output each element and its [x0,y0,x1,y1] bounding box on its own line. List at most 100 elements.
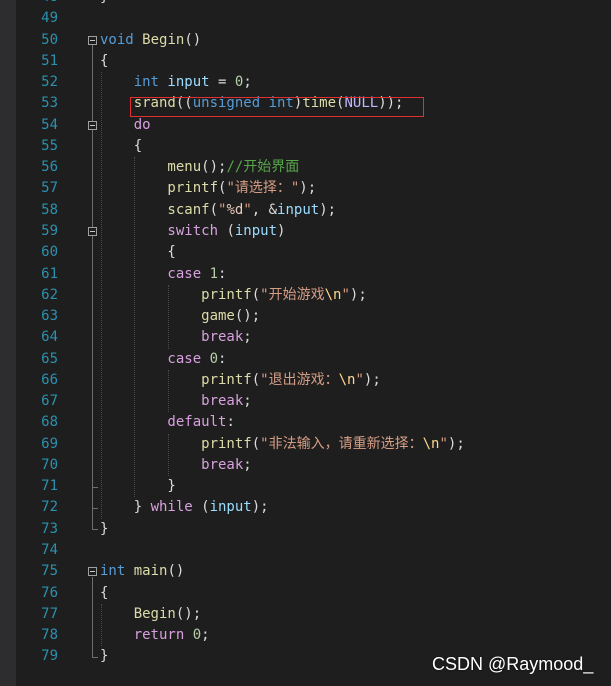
line-number: 58 [41,201,58,218]
control-token: switch [167,222,227,239]
format-token: %d [226,201,244,218]
string-token: "请选择：" [226,180,300,197]
escape-token: \n [338,371,356,388]
plain-token: } [100,0,108,5]
code-text[interactable]: break; [201,455,252,476]
line-number: 78 [41,627,58,644]
code-line[interactable]: 55 { [0,136,611,157]
code-text[interactable]: Begin(); [134,604,201,625]
code-text[interactable]: int input = 0; [134,72,252,93]
code-line[interactable]: 56 menu();//开始界面 [0,157,611,178]
plain-token: ( [226,222,235,239]
line-number: 54 [41,116,58,133]
line-number: 77 [41,605,58,622]
code-line[interactable]: 75 int main() [0,561,611,582]
plain-token: ; [243,329,252,346]
code-line[interactable]: 57 printf("请选择："); [0,178,611,199]
line-number: 75 [41,563,58,580]
code-text[interactable]: int main() [100,561,184,582]
code-text[interactable]: case 0: [167,349,226,370]
code-editor[interactable]: 48}4950void Begin()51{52int input = 0;53… [0,0,611,686]
code-line[interactable]: 71} [0,476,611,497]
line-number: 61 [41,265,58,282]
code-text[interactable]: printf("退出游戏：\n"); [201,370,381,391]
code-text[interactable]: switch (input) [167,221,285,242]
code-text[interactable]: { [134,136,142,157]
code-line[interactable]: 61 case 1: [0,264,611,285]
code-line[interactable]: 76 { [0,583,611,604]
variable-token: input [167,74,210,91]
code-text[interactable]: void Begin() [100,30,201,51]
code-text[interactable]: { [100,583,108,604]
code-text[interactable]: return 0; [134,625,210,646]
code-text[interactable]: case 1: [167,264,226,285]
code-line[interactable]: 74 [0,540,611,561]
keyword-token: void [100,31,143,48]
code-text[interactable]: { [167,242,175,263]
collapse-region-icon[interactable] [88,35,97,45]
code-text[interactable]: { [100,51,108,72]
line-number: 50 [41,31,58,48]
code-text[interactable]: printf("非法输入，请重新选择：\n"); [201,434,465,455]
code-line[interactable]: 64 break; [0,327,611,348]
line-number: 71 [41,478,58,495]
code-line[interactable]: 67 break; [0,391,611,412]
plain-token: ); [363,371,381,388]
code-line[interactable]: 77 Begin(); [0,604,611,625]
code-line[interactable]: 51 { [0,51,611,72]
code-line[interactable]: 49 [0,8,611,29]
code-text[interactable]: } [100,519,108,540]
plain-token: () [184,31,202,48]
plain-token: } [100,520,109,537]
code-text[interactable]: default: [167,412,234,433]
plain-token: ); [349,286,367,303]
code-line[interactable]: 66 printf("退出游戏：\n"); [0,370,611,391]
code-line[interactable]: 72} while (input); [0,497,611,518]
plain-token: ; [243,456,252,473]
code-text[interactable]: break; [201,391,252,412]
code-text[interactable]: game(); [201,306,260,327]
control-token: break [201,393,244,410]
plain-token: } [167,478,176,495]
string-token: " [439,435,448,452]
code-text[interactable]: } [167,476,175,497]
variable-token: input [234,222,278,239]
code-text[interactable]: break; [201,327,252,348]
line-number: 79 [41,648,58,665]
control-token: return [133,627,193,644]
code-line[interactable]: 59 switch (input) [0,221,611,242]
line-number: 76 [41,584,58,601]
code-line[interactable]: 78 return 0; [0,625,611,646]
code-line[interactable]: 68 default: [0,412,611,433]
code-text[interactable]: menu();//开始界面 [167,157,299,178]
plain-token: : [218,350,227,367]
code-line[interactable]: 70 break; [0,455,611,476]
code-line[interactable]: 73} [0,519,611,540]
code-text[interactable]: do [134,115,151,136]
code-text[interactable]: } [100,0,108,8]
code-line[interactable]: 58 scanf("%d", &input); [0,200,611,221]
string-token: "退出游戏： [260,371,339,388]
code-line[interactable]: 54 do [0,115,611,136]
code-text[interactable]: } [100,646,108,667]
code-line[interactable]: 63 game(); [0,306,611,327]
code-text[interactable]: scanf("%d", &input); [167,200,336,221]
code-line[interactable]: 52 int input = 0; [0,72,611,93]
code-line[interactable]: 69 printf("非法输入，请重新选择：\n"); [0,434,611,455]
code-line[interactable]: 60 { [0,242,611,263]
string-token: " [355,371,364,388]
code-text[interactable]: printf("开始游戏\n"); [201,285,367,306]
code-line[interactable]: 50 void Begin() [0,30,611,51]
plain-token: ; [243,393,252,410]
collapse-region-icon[interactable] [88,567,97,577]
code-line[interactable]: 65 case 0: [0,349,611,370]
line-number: 64 [41,329,58,346]
plain-token: ; [201,627,210,644]
code-text[interactable]: } while (input); [134,497,269,518]
plain-token: ); [251,499,269,516]
code-line[interactable]: 48} [0,0,611,8]
collapse-region-icon[interactable] [88,226,97,236]
code-line[interactable]: 62 printf("开始游戏\n"); [0,285,611,306]
collapse-region-icon[interactable] [88,120,97,130]
code-text[interactable]: printf("请选择："); [167,178,316,199]
